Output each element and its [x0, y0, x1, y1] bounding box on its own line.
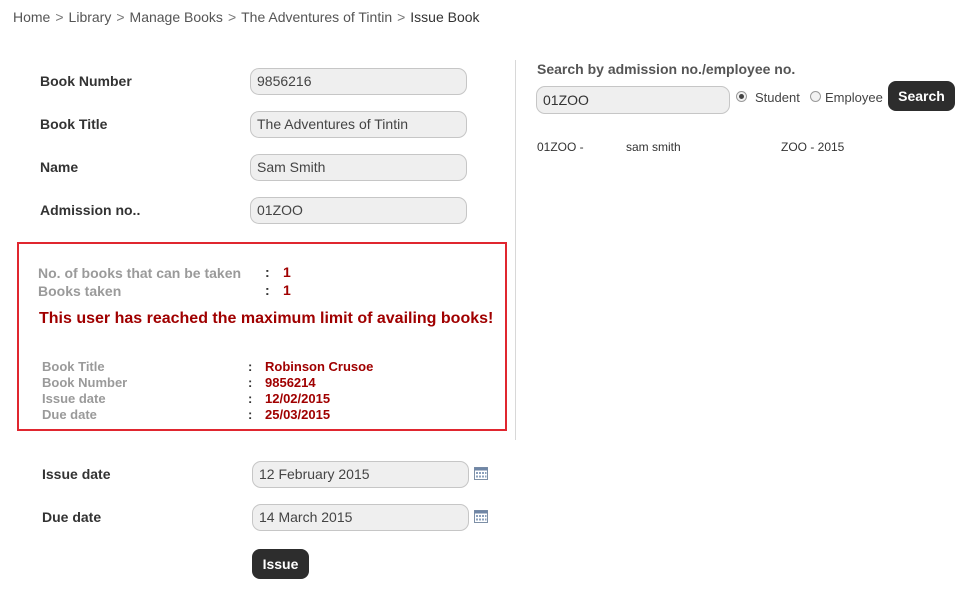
book-title-label: Book Title: [40, 116, 108, 132]
current-issue-date-label: Issue date: [42, 391, 106, 406]
admission-no-label: Admission no..: [40, 202, 141, 218]
search-button[interactable]: Search: [888, 81, 955, 111]
issue-date-label: Issue date: [42, 466, 111, 482]
current-due-date-label: Due date: [42, 407, 97, 422]
search-input[interactable]: 01ZOO: [536, 86, 730, 114]
book-number-label: Book Number: [40, 73, 132, 89]
name-field[interactable]: Sam Smith: [250, 154, 467, 181]
calendar-icon[interactable]: [474, 510, 488, 523]
books-taken-label: Books taken: [38, 283, 122, 299]
breadcrumb-library[interactable]: Library: [69, 9, 112, 25]
issue-date-field[interactable]: 12 February 2015: [252, 461, 469, 488]
books-can-take-value: 1: [283, 264, 291, 280]
colon: :: [248, 359, 253, 374]
book-number-field[interactable]: 9856216: [250, 68, 467, 95]
colon: :: [248, 391, 253, 406]
issue-button[interactable]: Issue: [252, 549, 309, 579]
breadcrumb: Home > Library > Manage Books > The Adventures…: [13, 9, 480, 25]
student-radio-label[interactable]: Student: [755, 90, 800, 105]
due-date-label: Due date: [42, 509, 102, 525]
result-id[interactable]: 01ZOO -: [537, 140, 584, 154]
breadcrumb-book[interactable]: The Adventures of Tintin: [241, 9, 392, 25]
current-book-title-value: Robinson Crusoe: [265, 359, 374, 374]
breadcrumb-home[interactable]: Home: [13, 9, 50, 25]
breadcrumb-separator: >: [227, 9, 237, 25]
current-due-date-value: 25/03/2015: [265, 407, 331, 422]
current-issue-date-value: 12/02/2015: [265, 391, 331, 406]
breadcrumb-manage-books[interactable]: Manage Books: [130, 9, 223, 25]
current-book-number-value: 9856214: [265, 375, 316, 390]
colon: :: [248, 375, 253, 390]
book-title-field[interactable]: The Adventures of Tintin: [250, 111, 467, 138]
books-taken-value: 1: [283, 282, 291, 298]
breadcrumb-separator: >: [55, 9, 64, 25]
calendar-icon[interactable]: [474, 467, 488, 480]
employee-radio-label[interactable]: Employee: [825, 90, 883, 105]
name-label: Name: [40, 159, 79, 175]
result-name[interactable]: sam smith: [626, 140, 681, 154]
colon: :: [265, 282, 270, 298]
colon: :: [265, 264, 270, 280]
column-divider: [515, 60, 516, 440]
limit-message: This user has reached the maximum limit …: [39, 310, 494, 327]
result-class[interactable]: ZOO - 2015: [781, 140, 844, 154]
breadcrumb-separator: >: [397, 9, 406, 25]
books-can-take-label: No. of books that can be taken: [38, 265, 242, 281]
due-date-field[interactable]: 14 March 2015: [252, 504, 469, 531]
current-book-number-label: Book Number: [42, 375, 128, 390]
colon: :: [248, 407, 253, 422]
student-radio[interactable]: [736, 91, 747, 102]
admission-no-field[interactable]: 01ZOO: [250, 197, 467, 224]
breadcrumb-separator: >: [116, 9, 125, 25]
employee-radio[interactable]: [810, 91, 821, 102]
search-heading: Search by admission no./employee no.: [537, 61, 796, 77]
breadcrumb-current: Issue Book: [410, 9, 480, 25]
current-book-title-label: Book Title: [42, 359, 105, 374]
